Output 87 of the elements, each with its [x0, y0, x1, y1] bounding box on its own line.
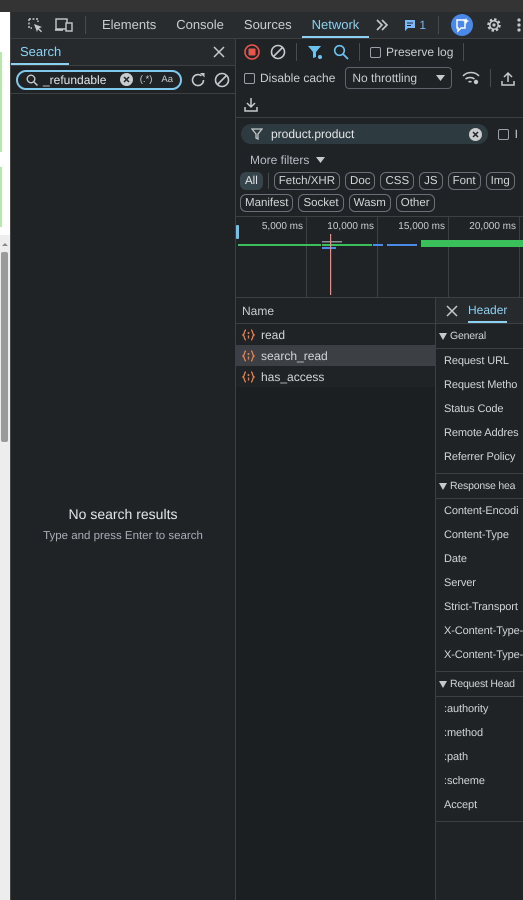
type-filter-chip[interactable]: Font — [448, 172, 481, 190]
triangle-icon — [439, 680, 447, 688]
header-name: :authority — [444, 703, 490, 715]
xhr-icon — [242, 370, 255, 382]
clear-icon[interactable] — [120, 73, 133, 86]
match-case-toggle[interactable]: Aa — [159, 74, 175, 85]
caret-icon — [316, 157, 326, 163]
throttling-dropdown[interactable]: No throttling — [345, 67, 452, 89]
panel-tab[interactable]: Elements — [92, 12, 166, 38]
search-field[interactable]: _refundable (.*) Aa — [16, 70, 182, 90]
checkbox[interactable] — [244, 72, 255, 84]
network-conditions-icon[interactable] — [462, 71, 480, 85]
triangle-icon — [439, 482, 447, 490]
request-row[interactable]: has_access — [236, 366, 435, 387]
refresh-icon[interactable] — [190, 72, 206, 88]
header-name: Date — [444, 553, 468, 565]
search-icon[interactable] — [333, 44, 349, 60]
download-icon[interactable] — [244, 96, 258, 112]
section-header[interactable]: General — [436, 324, 523, 349]
checkbox[interactable] — [370, 46, 381, 58]
search-icon — [26, 74, 38, 86]
header-name: X-Content-Type- — [444, 649, 523, 661]
request-row[interactable]: search_read — [236, 345, 435, 366]
close-icon[interactable] — [213, 46, 225, 58]
filter-field[interactable]: product.product — [241, 124, 488, 144]
header-name: :method — [444, 727, 484, 739]
time-tick-label: 15,000 ms — [398, 221, 445, 232]
type-filter-chip[interactable]: JS — [419, 172, 443, 190]
header-name: Request Metho — [444, 379, 518, 391]
message-icon — [404, 19, 416, 31]
header-name: Accept — [444, 799, 478, 811]
panel-tab[interactable]: Sources — [234, 12, 302, 38]
regex-toggle[interactable]: (.*) — [138, 74, 154, 85]
panel-tab[interactable]: Console — [166, 12, 234, 38]
clear-icon[interactable] — [214, 72, 230, 88]
type-filter-chip[interactable]: Manifest — [240, 194, 294, 212]
column-header: Name — [236, 298, 435, 324]
type-filter-chip[interactable]: Socket — [298, 194, 344, 212]
xhr-icon — [242, 328, 255, 340]
section-header[interactable]: Request Head — [436, 672, 523, 697]
request-row[interactable]: read — [236, 324, 435, 345]
type-filter-chip[interactable]: Fetch/XHR — [274, 172, 340, 190]
time-tick-label: 10,000 ms — [327, 221, 374, 232]
stop-recording-icon[interactable] — [244, 44, 260, 60]
inspect-icon[interactable] — [27, 17, 43, 33]
empty-title: No search results — [68, 506, 178, 522]
header-name: Server — [444, 577, 477, 589]
header-name: Content-Encodi — [444, 505, 520, 517]
close-icon[interactable] — [446, 304, 458, 316]
type-filter-chip[interactable]: Img — [486, 172, 515, 190]
header-name: :scheme — [444, 775, 486, 787]
empty-hint: Type and press Enter to search — [43, 530, 203, 542]
upload-icon[interactable] — [501, 70, 515, 86]
caret-icon — [436, 75, 446, 81]
more-icon[interactable] — [517, 17, 521, 33]
filter-icon[interactable] — [307, 44, 323, 60]
settings-icon[interactable] — [485, 16, 503, 34]
message-count: 1 — [419, 18, 426, 32]
assistant-icon[interactable] — [451, 14, 473, 36]
checkbox-label: Preserve log — [386, 45, 454, 59]
type-filter-chip[interactable]: All — [240, 172, 263, 190]
type-filter-chip[interactable]: CSS — [380, 172, 414, 190]
xhr-icon — [242, 350, 255, 362]
checkbox-label: I — [514, 127, 518, 141]
type-filter-chip[interactable]: Wasm — [348, 194, 391, 212]
header-name: Remote Addres — [444, 427, 520, 439]
triangle-icon — [439, 332, 447, 340]
time-tick-label: 5,000 ms — [262, 221, 303, 232]
header-name: :path — [444, 751, 469, 763]
header-name: Content-Type — [444, 529, 510, 541]
header-name: Request URL — [444, 355, 510, 367]
header-name: Status Code — [444, 403, 504, 415]
chevrons-icon[interactable] — [375, 19, 390, 31]
device-icon[interactable] — [55, 17, 73, 33]
section-header[interactable]: Response hea — [436, 474, 523, 499]
checkbox-label: Disable cache — [260, 71, 336, 85]
type-filter-chip[interactable]: Other — [396, 194, 435, 212]
time-tick-label: 20,000 ms — [469, 221, 516, 232]
clear-icon[interactable] — [468, 128, 482, 140]
header-name: Strict-Transport — [444, 601, 519, 613]
checkbox[interactable] — [498, 128, 509, 140]
type-filter-chip[interactable]: Doc — [345, 172, 376, 190]
header-name: Referrer Policy — [444, 451, 516, 463]
more-filters-button[interactable]: More filters — [236, 148, 340, 170]
clear-icon[interactable] — [270, 44, 286, 60]
header-name: X-Content-Type- — [444, 625, 523, 637]
filter-icon — [251, 128, 263, 140]
